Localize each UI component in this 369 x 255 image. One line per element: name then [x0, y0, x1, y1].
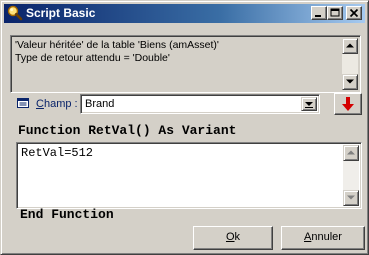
cancel-button[interactable]: Annuler [281, 226, 365, 250]
info-line-return-type: Type de retour attendu = 'Double' [15, 52, 170, 64]
editor-scroll-down-button[interactable] [343, 190, 359, 206]
field-dropdown-button[interactable] [301, 97, 317, 111]
ok-label: k [234, 231, 241, 243]
magnifier-icon [7, 5, 23, 21]
script-code[interactable]: RetVal=512 [21, 146, 93, 160]
chevron-down-icon [305, 102, 313, 108]
ok-button[interactable]: Ok [193, 226, 273, 250]
field-label: Champ : [36, 98, 78, 110]
field-icon [17, 98, 29, 108]
info-scroll-up-button[interactable] [342, 38, 358, 54]
close-icon [349, 8, 359, 18]
arrow-down-icon [347, 195, 355, 200]
title-bar[interactable]: Script Basic [4, 4, 365, 23]
editor-scroll-up-button[interactable] [343, 145, 359, 161]
editor-scrollbar[interactable] [343, 145, 359, 206]
info-scrollbar[interactable] [342, 38, 358, 90]
arrow-down-icon [346, 79, 354, 84]
info-text: 'Valeur héritée' de la table 'Biens (amA… [15, 39, 340, 65]
function-header: Function RetVal() As Variant [18, 123, 237, 138]
arrow-up-icon [347, 150, 355, 155]
script-basic-dialog: Script Basic 'Valeur héritée' de la tabl… [0, 0, 369, 255]
close-button[interactable] [346, 6, 362, 20]
info-panel: 'Valeur héritée' de la table 'Biens (amA… [10, 35, 361, 93]
script-editor[interactable]: RetVal=512 [16, 142, 362, 209]
insert-field-button[interactable] [334, 93, 362, 115]
cancel-label: nnuler [311, 231, 342, 243]
field-label-text: hamp : [43, 98, 78, 110]
field-select[interactable]: Brand [80, 94, 320, 114]
maximize-button[interactable] [327, 6, 343, 20]
ok-mnemonic: O [225, 231, 235, 243]
arrow-up-icon [346, 43, 354, 48]
field-select-value: Brand [85, 98, 115, 110]
field-label-mnemonic: C [36, 98, 44, 110]
red-down-arrow-icon [342, 97, 354, 111]
info-line-origin: 'Valeur héritée' de la table 'Biens (amA… [15, 39, 219, 51]
info-scroll-down-button[interactable] [342, 74, 358, 90]
minimize-icon [315, 15, 321, 17]
minimize-button[interactable] [311, 6, 327, 20]
function-footer: End Function [20, 207, 114, 222]
window-title: Script Basic [26, 6, 96, 20]
maximize-icon [330, 8, 340, 17]
